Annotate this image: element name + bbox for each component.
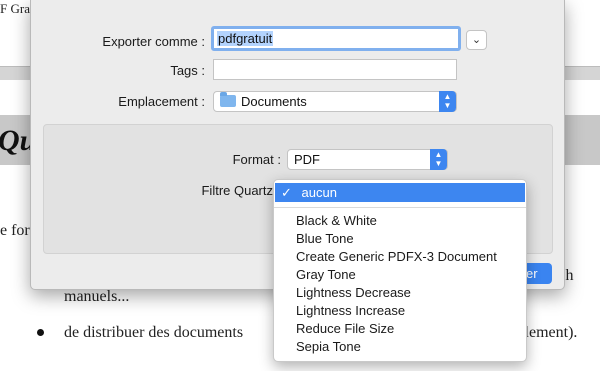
location-value: Documents — [241, 94, 307, 109]
document-text-line: manuels... — [64, 288, 130, 305]
menu-item-create-pdfx3[interactable]: Create Generic PDFX-3 Document — [296, 248, 497, 266]
expand-dialog-button[interactable]: ⌄ — [466, 30, 487, 50]
document-title: F Gra — [0, 1, 30, 16]
format-value: PDF — [294, 152, 320, 167]
format-popup[interactable]: PDF ▲ ▼ — [287, 149, 448, 170]
menu-item-lightness-increase[interactable]: Lightness Increase — [296, 302, 405, 320]
menu-item-aucun[interactable]: ✓ aucun — [275, 183, 525, 202]
bullet-icon — [37, 329, 44, 336]
menu-item-lightness-decrease[interactable]: Lightness Decrease — [296, 284, 411, 302]
location-popup[interactable]: Documents ▲ ▼ — [213, 91, 457, 112]
location-label: Emplacement : — [118, 94, 205, 109]
folder-icon — [220, 92, 236, 107]
chevron-down-icon: ⌄ — [471, 34, 482, 46]
document-bullet-text: de distribuer des documents — [64, 324, 244, 341]
menu-item-black-white[interactable]: Black & White — [296, 212, 377, 230]
export-name-value: pdfgratuit — [217, 31, 274, 46]
menu-separator — [274, 207, 526, 208]
save-button[interactable]: er — [524, 263, 552, 284]
menu-item-sepia-tone[interactable]: Sepia Tone — [296, 338, 361, 356]
quartz-filter-label: Filtre Quartz — [201, 183, 273, 198]
popup-arrows-icon: ▲ ▼ — [430, 149, 447, 170]
menu-item-gray-tone[interactable]: Gray Tone — [296, 266, 356, 284]
quartz-filter-menu: ✓ aucun Black & White Blue Tone Create G… — [273, 179, 527, 362]
tags-field[interactable] — [213, 59, 457, 80]
tags-label: Tags : — [170, 63, 205, 78]
format-label: Format : — [232, 152, 281, 167]
name-label: Exporter comme : — [102, 34, 205, 49]
menu-item-blue-tone[interactable]: Blue Tone — [296, 230, 354, 248]
checkmark-icon: ✓ — [281, 185, 292, 200]
export-name-field[interactable]: pdfgratuit — [211, 26, 461, 51]
document-text-fragment: e for — [0, 222, 30, 239]
menu-item-label: aucun — [301, 185, 337, 200]
menu-item-reduce-file-size[interactable]: Reduce File Size — [296, 320, 394, 338]
popup-arrows-icon: ▲ ▼ — [439, 91, 456, 112]
